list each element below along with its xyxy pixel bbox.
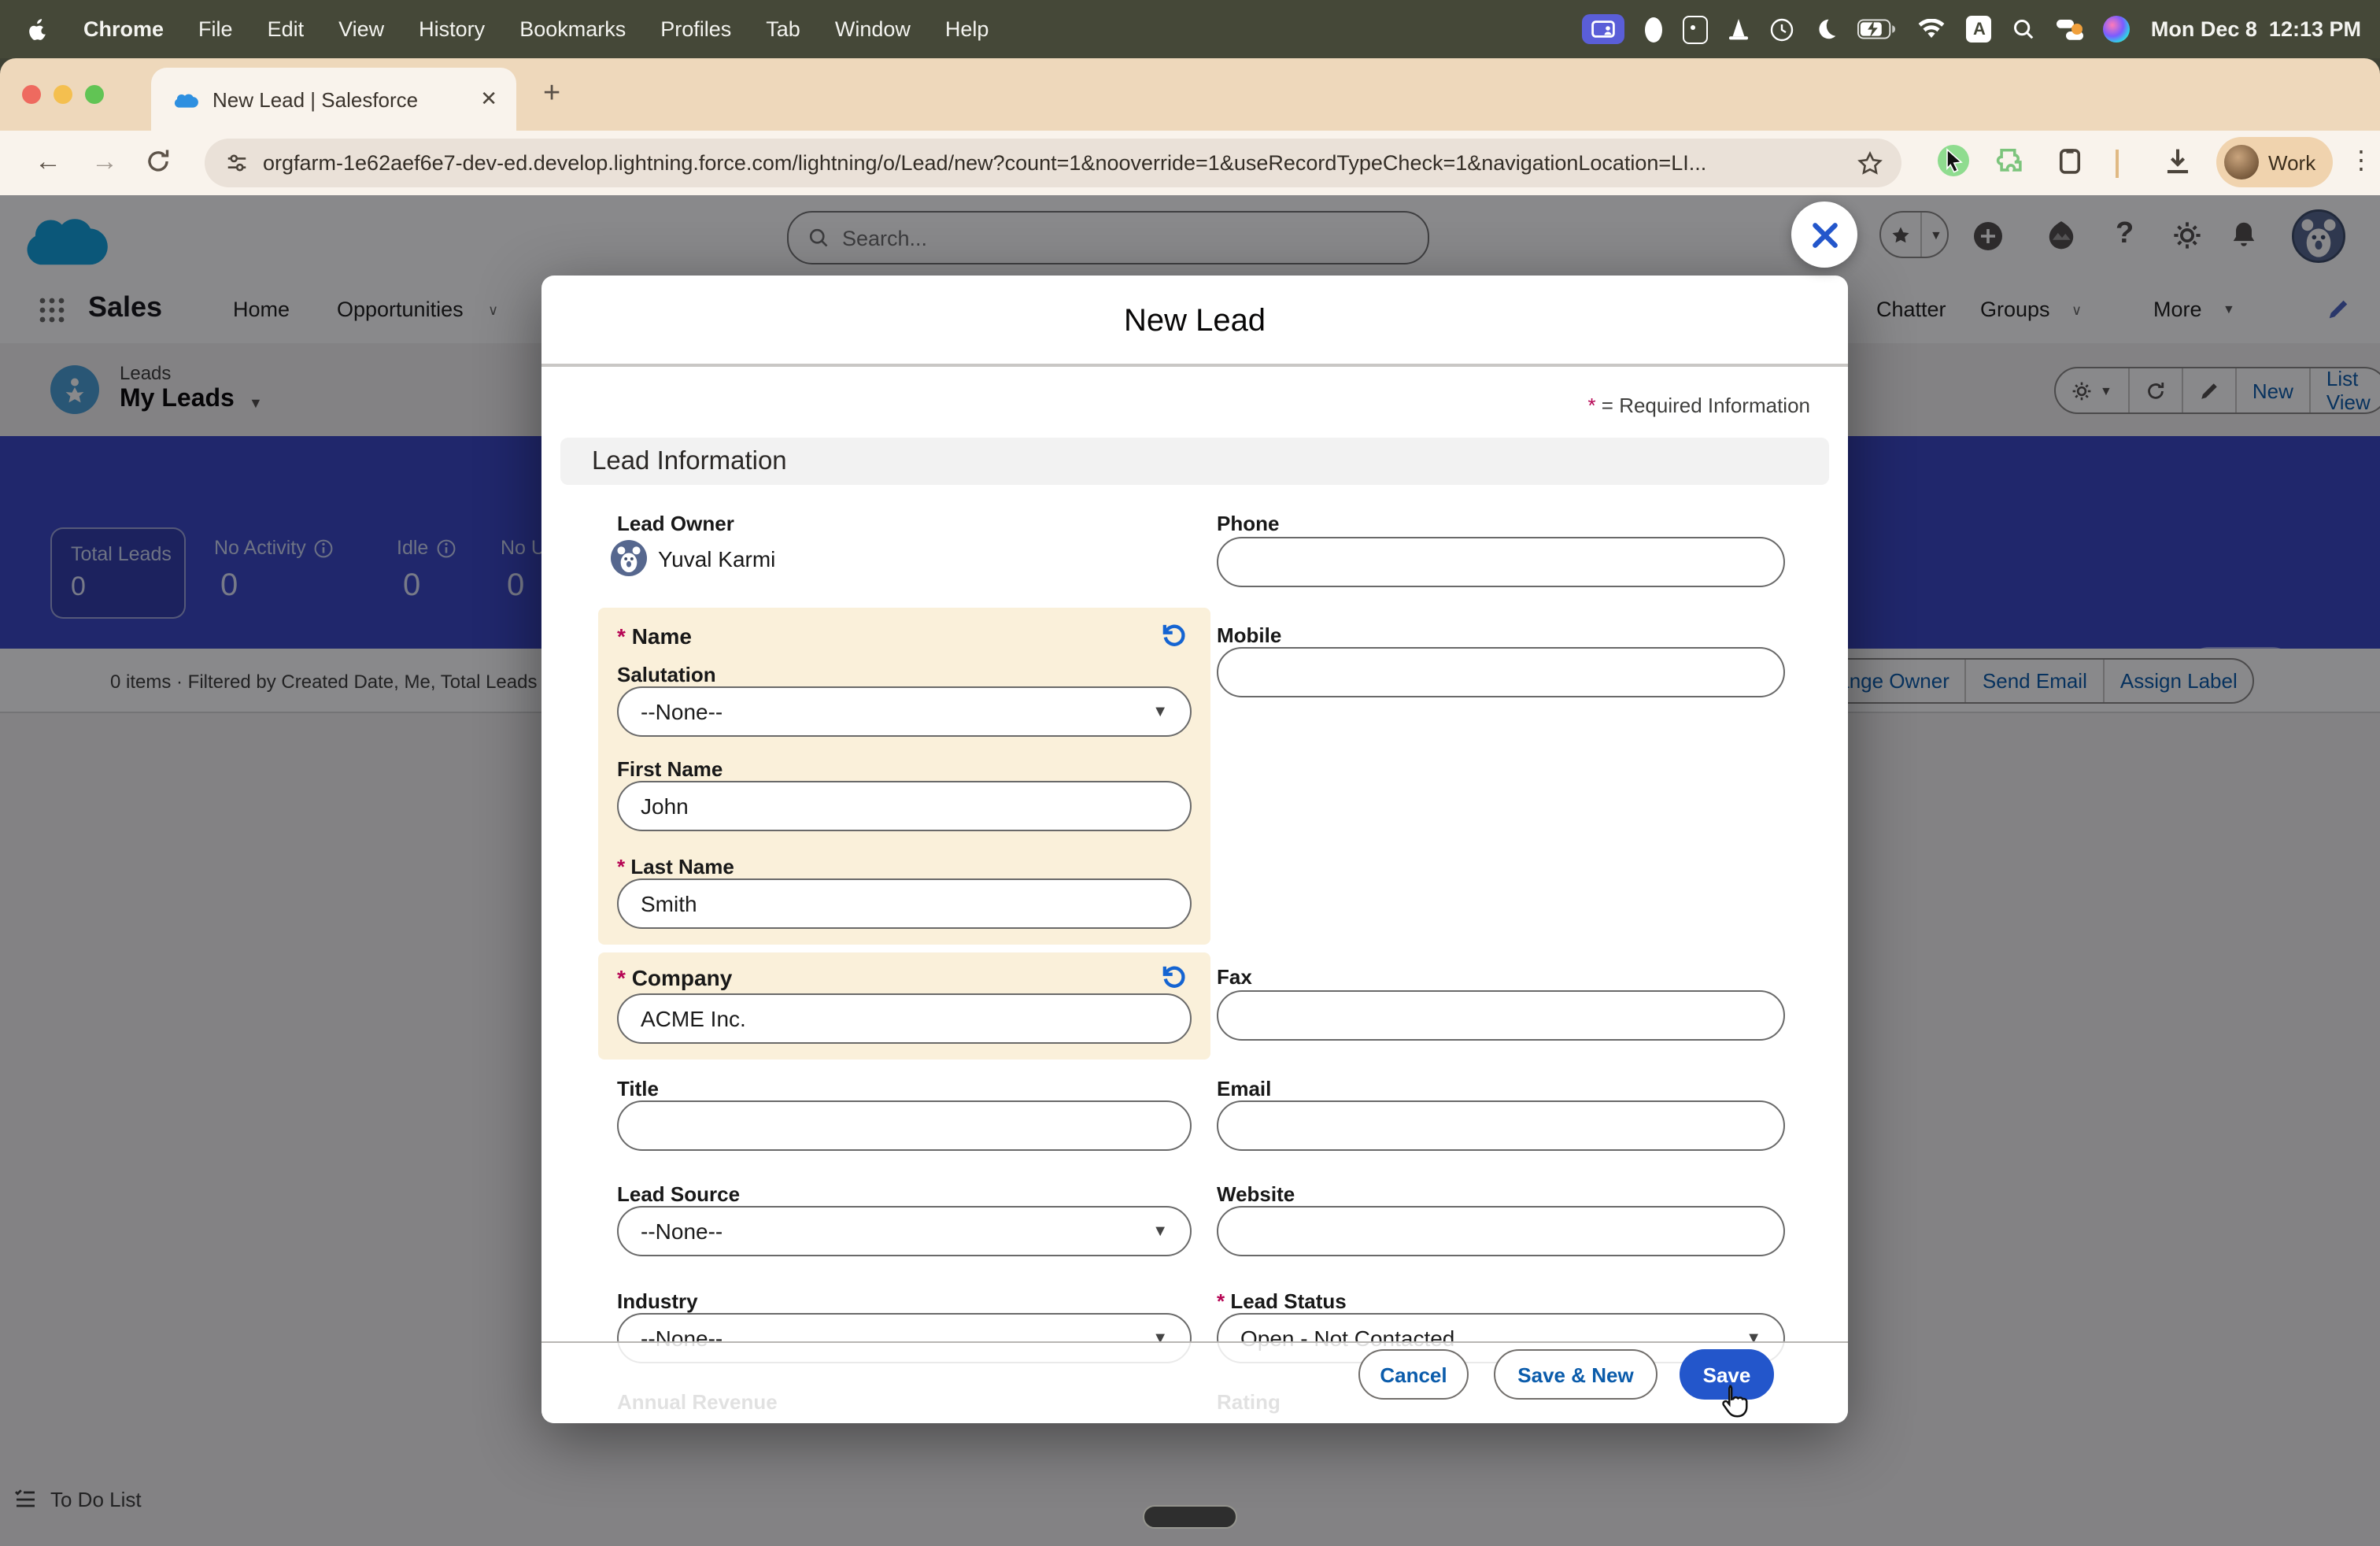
new-lead-modal: New Lead * = Required Information Lead I…: [541, 276, 1848, 1423]
apple-menu-icon[interactable]: [25, 16, 49, 43]
cancel-button[interactable]: Cancel: [1358, 1349, 1469, 1400]
phone-label: Phone: [1217, 512, 1279, 535]
menu-history[interactable]: History: [419, 17, 485, 41]
menu-edit[interactable]: Edit: [268, 17, 305, 41]
salutation-select[interactable]: --None--▼: [617, 686, 1192, 737]
undo-icon[interactable]: [1160, 962, 1188, 990]
lead-source-label: Lead Source: [617, 1182, 740, 1206]
menu-profiles[interactable]: Profiles: [660, 17, 731, 41]
mobile-input[interactable]: [1217, 647, 1785, 697]
battery-icon[interactable]: [1858, 19, 1898, 39]
fax-input[interactable]: [1217, 990, 1785, 1041]
menu-bar-clock[interactable]: Mon Dec 8 12:13 PM: [2151, 17, 2361, 41]
browser-menu-icon[interactable]: ⋮: [2349, 145, 2374, 176]
reload-icon[interactable]: [145, 148, 172, 175]
address-bar[interactable]: orgfarm-1e62aef6e7-dev-ed.develop.lightn…: [205, 139, 1901, 187]
title-input[interactable]: [617, 1100, 1192, 1151]
bookmark-star-icon[interactable]: [1857, 150, 1883, 176]
menu-view[interactable]: View: [338, 17, 384, 41]
lead-source-select[interactable]: --None--▼: [617, 1206, 1192, 1256]
drag-handle[interactable]: [1143, 1505, 1237, 1529]
last-name-label: * Last Name: [617, 855, 734, 878]
email-label: Email: [1217, 1077, 1271, 1100]
modal-close-button[interactable]: [1791, 202, 1857, 268]
salesforce-favicon: [173, 90, 200, 109]
do-not-disturb-icon[interactable]: [1816, 17, 1838, 41]
menu-help[interactable]: Help: [945, 17, 989, 41]
first-name-input[interactable]: [617, 781, 1192, 831]
site-settings-icon[interactable]: [225, 151, 249, 175]
new-tab-button[interactable]: +: [543, 77, 560, 112]
cursor-extension-icon[interactable]: [1936, 143, 1971, 178]
save-and-new-button[interactable]: Save & New: [1494, 1349, 1658, 1400]
clipboard-extension-icon[interactable]: [2056, 146, 2084, 176]
company-label: * Company: [617, 965, 732, 990]
last-name-input[interactable]: [617, 878, 1192, 929]
url-text[interactable]: orgfarm-1e62aef6e7-dev-ed.develop.lightn…: [263, 151, 1845, 175]
toolbar-divider: [2116, 150, 2119, 178]
fax-label: Fax: [1217, 965, 1252, 989]
section-title: Lead Information: [592, 446, 787, 476]
menu-window[interactable]: Window: [835, 17, 911, 41]
company-field-group: * Company: [598, 952, 1210, 1060]
salutation-label: Salutation: [617, 663, 716, 686]
tab-close-icon[interactable]: ✕: [480, 87, 497, 112]
lead-owner-label: Lead Owner: [617, 512, 734, 535]
window-close-button[interactable]: [22, 85, 41, 104]
phone-input[interactable]: [1217, 537, 1785, 587]
first-name-label: First Name: [617, 757, 722, 781]
macos-menu-bar: Chrome File Edit View History Bookmarks …: [0, 0, 2380, 58]
cone-status-icon[interactable]: [1729, 17, 1750, 41]
modal-title: New Lead: [541, 304, 1848, 340]
mobile-label: Mobile: [1217, 623, 1281, 647]
wifi-icon[interactable]: [1918, 19, 1946, 39]
forward-icon[interactable]: →: [91, 146, 118, 178]
section-lead-information[interactable]: Lead Information: [560, 438, 1829, 485]
download-icon[interactable]: [2163, 146, 2193, 176]
window-status-icon[interactable]: [1683, 15, 1709, 43]
website-input[interactable]: [1217, 1206, 1785, 1256]
tab-title: New Lead | Salesforce: [213, 87, 480, 111]
menu-bookmarks[interactable]: Bookmarks: [519, 17, 626, 41]
input-source-icon[interactable]: A: [1967, 16, 1992, 43]
lead-owner-avatar: [611, 540, 647, 576]
required-info-note: * = Required Information: [1587, 394, 1810, 417]
title-label: Title: [617, 1077, 659, 1100]
browser-tab-strip: New Lead | Salesforce ✕ +: [0, 58, 2380, 131]
assistant-icon[interactable]: [2104, 16, 2131, 43]
window-zoom-button[interactable]: [85, 85, 104, 104]
modal-header-divider: [541, 364, 1848, 367]
profile-chip[interactable]: Work: [2216, 137, 2333, 187]
window-minimize-button[interactable]: [54, 85, 72, 104]
extensions-puzzle-icon[interactable]: [1996, 146, 2026, 176]
screen-recording-icon[interactable]: [1583, 14, 1625, 44]
back-icon[interactable]: ←: [35, 146, 61, 178]
camera-status-icon[interactable]: [1646, 17, 1663, 42]
industry-label: Industry: [617, 1289, 698, 1313]
clock-status-icon[interactable]: [1770, 17, 1795, 42]
lead-owner-value: Yuval Karmi: [658, 546, 775, 571]
browser-tab[interactable]: New Lead | Salesforce ✕: [151, 68, 516, 131]
browser-toolbar: ← → orgfarm-1e62aef6e7-dev-ed.develop.li…: [0, 131, 2380, 195]
website-label: Website: [1217, 1182, 1295, 1206]
menu-file[interactable]: File: [198, 17, 233, 41]
name-field-group: * Name Salutation --None--▼ First Name *…: [598, 608, 1210, 945]
control-center-icon[interactable]: [2057, 18, 2083, 40]
email-input[interactable]: [1217, 1100, 1785, 1151]
mouse-cursor-hand: [1716, 1382, 1752, 1423]
name-group-label: * Name: [617, 623, 692, 649]
menu-tab[interactable]: Tab: [766, 17, 800, 41]
company-input[interactable]: [617, 993, 1192, 1044]
profile-avatar: [2224, 145, 2259, 179]
close-icon: [1809, 220, 1839, 250]
menu-chrome[interactable]: Chrome: [83, 17, 164, 41]
undo-icon[interactable]: [1160, 620, 1188, 649]
profile-name: Work: [2268, 150, 2315, 174]
spotlight-icon[interactable]: [2012, 17, 2036, 41]
lead-status-label: * Lead Status: [1217, 1289, 1347, 1313]
